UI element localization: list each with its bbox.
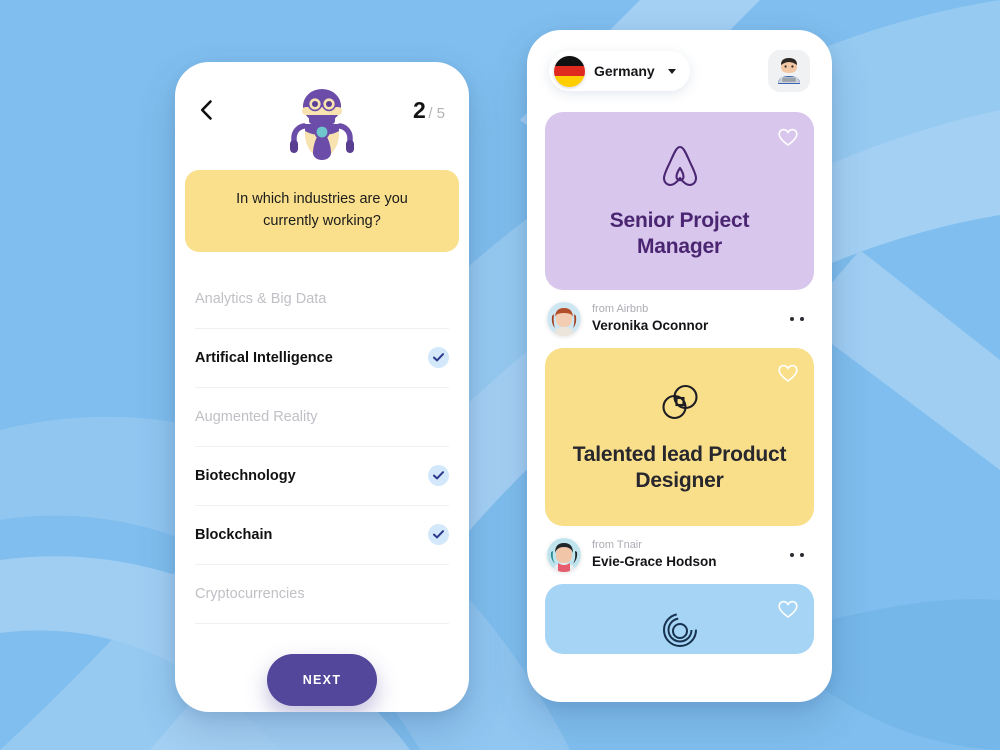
tnair-logo-icon — [659, 381, 701, 428]
job-card-senior-project-manager[interactable]: Senior Project Manager — [545, 112, 814, 290]
favorite-heart-icon[interactable] — [778, 128, 798, 152]
job-author-row-2[interactable]: from Tnair Evie-Grace Hodson — [545, 526, 814, 584]
check-icon — [428, 524, 449, 545]
option-row-cryptocurrencies[interactable]: Cryptocurrencies — [195, 565, 449, 624]
airbnb-logo-icon — [658, 143, 702, 194]
country-selector[interactable]: Germany — [549, 51, 690, 91]
option-row-augmented-reality[interactable]: Augmented Reality — [195, 388, 449, 447]
option-label: Artifical Intelligence — [195, 349, 333, 366]
step-counter: 2 / 5 — [413, 97, 445, 124]
option-label: Blockchain — [195, 526, 273, 543]
check-icon — [428, 347, 449, 368]
onboarding-topbar: 2 / 5 — [175, 62, 469, 160]
option-row-blockchain[interactable]: Blockchain — [195, 506, 449, 565]
job-feed-phone: Germany Senior Project Manager from Airb… — [527, 30, 832, 702]
author-avatar — [547, 538, 581, 572]
next-button[interactable]: NEXT — [267, 653, 377, 706]
country-name: Germany — [594, 63, 655, 79]
background-waves — [0, 0, 1000, 750]
industry-option-list: Analytics & Big Data Artifical Intellige… — [195, 270, 449, 624]
option-label: Augmented Reality — [195, 408, 318, 425]
author-info: from Airbnb Veronika Oconnor — [592, 303, 779, 335]
woman-avatar-2-icon — [547, 538, 581, 572]
option-label: Biotechnology — [195, 467, 296, 484]
background-pattern — [0, 0, 1000, 750]
question-banner: In which industries are you currently wo… — [185, 170, 459, 252]
author-name: Veronika Oconnor — [592, 317, 709, 333]
option-row-biotechnology[interactable]: Biotechnology — [195, 447, 449, 506]
option-label: Analytics & Big Data — [195, 290, 327, 307]
option-row-analytics-big-data[interactable]: Analytics & Big Data — [195, 270, 449, 329]
feed-topbar: Germany — [527, 30, 832, 112]
next-button-container: NEXT — [175, 653, 469, 706]
user-avatar[interactable] — [768, 50, 810, 92]
author-info: from Tnair Evie-Grace Hodson — [592, 539, 779, 571]
chevron-left-icon — [200, 100, 212, 120]
favorite-heart-icon[interactable] — [778, 600, 798, 624]
author-company: from Airbnb — [592, 303, 649, 316]
option-row-artifical-intelligence[interactable]: Artifical Intelligence — [195, 329, 449, 388]
author-name: Evie-Grace Hodson — [592, 553, 717, 569]
more-dots-icon[interactable] — [790, 553, 810, 557]
more-dots-icon[interactable] — [790, 317, 810, 321]
job-card-talented-lead-product-designer[interactable]: Talented lead Product Designer — [545, 348, 814, 526]
chevron-down-icon — [667, 68, 676, 74]
user-avatar-technologist-icon — [778, 58, 800, 84]
check-icon — [428, 465, 449, 486]
option-label: Cryptocurrencies — [195, 585, 305, 602]
job-card-third-partial[interactable] — [545, 584, 814, 654]
back-button[interactable] — [199, 95, 225, 125]
author-avatar — [547, 302, 581, 336]
germany-flag-icon — [554, 55, 585, 87]
step-current: 2 — [413, 96, 426, 123]
woman-avatar-icon — [547, 302, 581, 336]
job-title: Senior Project Manager — [609, 208, 750, 258]
favorite-heart-icon[interactable] — [778, 364, 798, 388]
job-author-row-1[interactable]: from Airbnb Veronika Oconnor — [545, 290, 814, 348]
robot-mascot-icon — [289, 86, 355, 165]
step-total: / 5 — [428, 104, 445, 122]
onboarding-phone: 2 / 5 In which industries are you curren… — [175, 62, 469, 712]
author-company: from Tnair — [592, 539, 642, 552]
job-title: Talented lead Product Designer — [572, 442, 787, 492]
job-card-feed: Senior Project Manager from Airbnb Veron… — [527, 112, 832, 654]
circle-spiral-logo-icon — [660, 610, 700, 655]
